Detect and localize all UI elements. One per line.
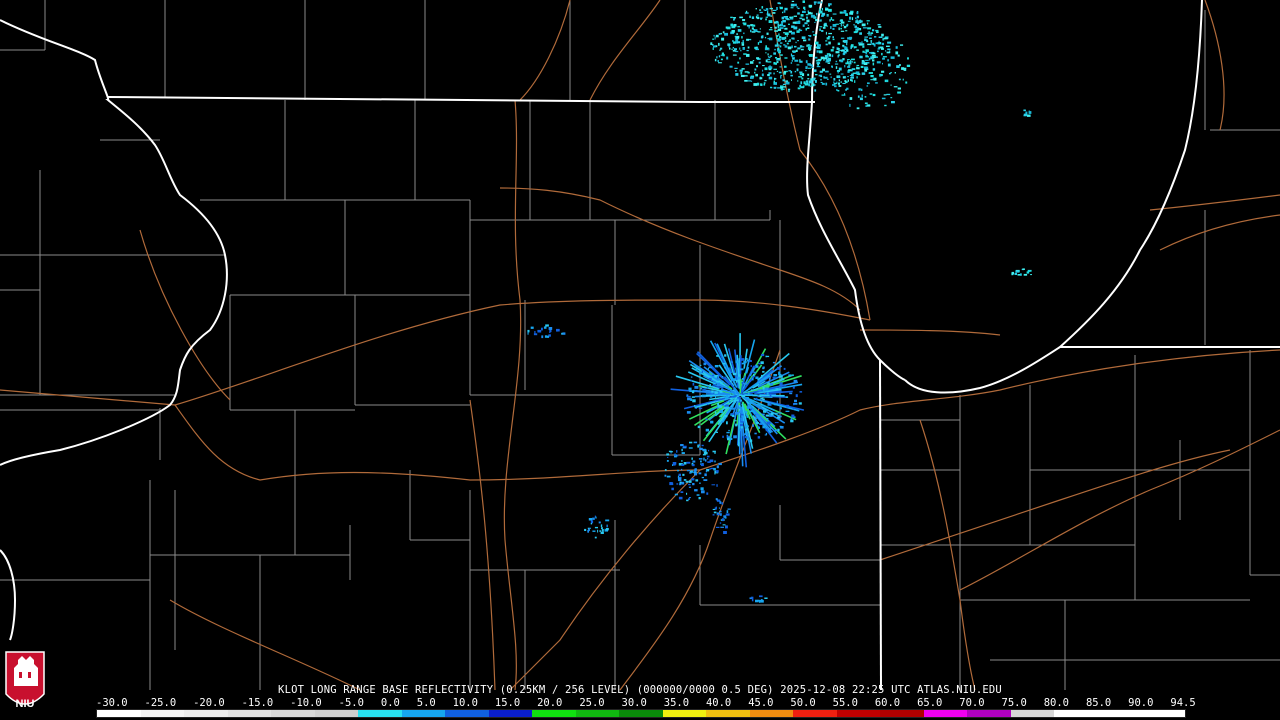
- reflectivity-scale-labels: -30.0 -25.0 -20.0 -15.0 -10.0 -5.0 0.0 5.0 10.0 1…: [96, 697, 1196, 709]
- scale-label: 80.0: [1043, 697, 1070, 709]
- niu-logo-text: NIU: [16, 698, 35, 710]
- colorbar-segment: [706, 710, 750, 717]
- scale-label: 20.0: [537, 697, 563, 709]
- colorbar-segment: [967, 710, 1011, 717]
- colorbar-segment: [227, 710, 272, 717]
- reflectivity-colorbar: [96, 709, 1186, 718]
- scale-label: 94.5: [1170, 697, 1196, 709]
- scale-label: 30.0: [621, 697, 647, 709]
- colorbar-segment: [401, 710, 446, 717]
- colorbar-segment: [1010, 710, 1055, 717]
- colorbar-segment: [793, 710, 837, 717]
- scale-label: 45.0: [748, 697, 774, 709]
- scale-label: 60.0: [874, 697, 901, 709]
- scale-label: 10.0: [452, 697, 478, 709]
- colorbar-segment: [1054, 710, 1098, 717]
- colorbar-segment: [662, 710, 707, 717]
- scale-label: 65.0: [917, 697, 943, 709]
- colorbar-segment: [184, 710, 228, 717]
- colorbar-segment: [1141, 710, 1185, 717]
- scale-label: 50.0: [790, 697, 816, 709]
- colorbar-segment: [1097, 710, 1142, 717]
- product-caption: KLOT LONG RANGE BASE REFLECTIVITY (0.25K…: [278, 684, 1002, 696]
- scale-label: 85.0: [1085, 697, 1112, 709]
- scale-label: 55.0: [832, 697, 858, 709]
- colorbar-segment: [923, 710, 968, 717]
- radar-map: NIU: [0, 0, 1280, 720]
- colorbar-segment: [619, 710, 663, 717]
- scale-label: -15.0: [241, 697, 274, 709]
- colorbar-segment: [314, 710, 359, 717]
- scale-label: 70.0: [959, 697, 985, 709]
- scale-label: -10.0: [290, 697, 322, 709]
- scale-label: 15.0: [494, 697, 521, 709]
- colorbar-segment: [880, 710, 924, 717]
- colorbar-segment: [140, 710, 185, 717]
- scale-label: -20.0: [193, 697, 225, 709]
- scale-label: 0.0: [380, 697, 400, 709]
- scale-label: 35.0: [663, 697, 690, 709]
- colorbar-segment: [97, 710, 141, 717]
- colorbar-segment: [271, 710, 315, 717]
- scale-label: 40.0: [705, 697, 732, 709]
- colorbar-segment: [445, 710, 489, 717]
- scale-label: -30.0: [96, 697, 128, 709]
- colorbar-segment: [575, 710, 620, 717]
- colorbar-segment: [749, 710, 794, 717]
- scale-label: 75.0: [1001, 697, 1027, 709]
- colorbar-segment: [358, 710, 402, 717]
- scale-label: 90.0: [1128, 697, 1154, 709]
- colorbar-segment: [836, 710, 881, 717]
- scale-label: -5.0: [338, 697, 364, 709]
- colorbar-segment: [488, 710, 533, 717]
- scale-label: 5.0: [416, 697, 436, 709]
- scale-label: 25.0: [579, 697, 605, 709]
- colorbar-segment: [532, 710, 576, 717]
- scale-label: -25.0: [144, 697, 177, 709]
